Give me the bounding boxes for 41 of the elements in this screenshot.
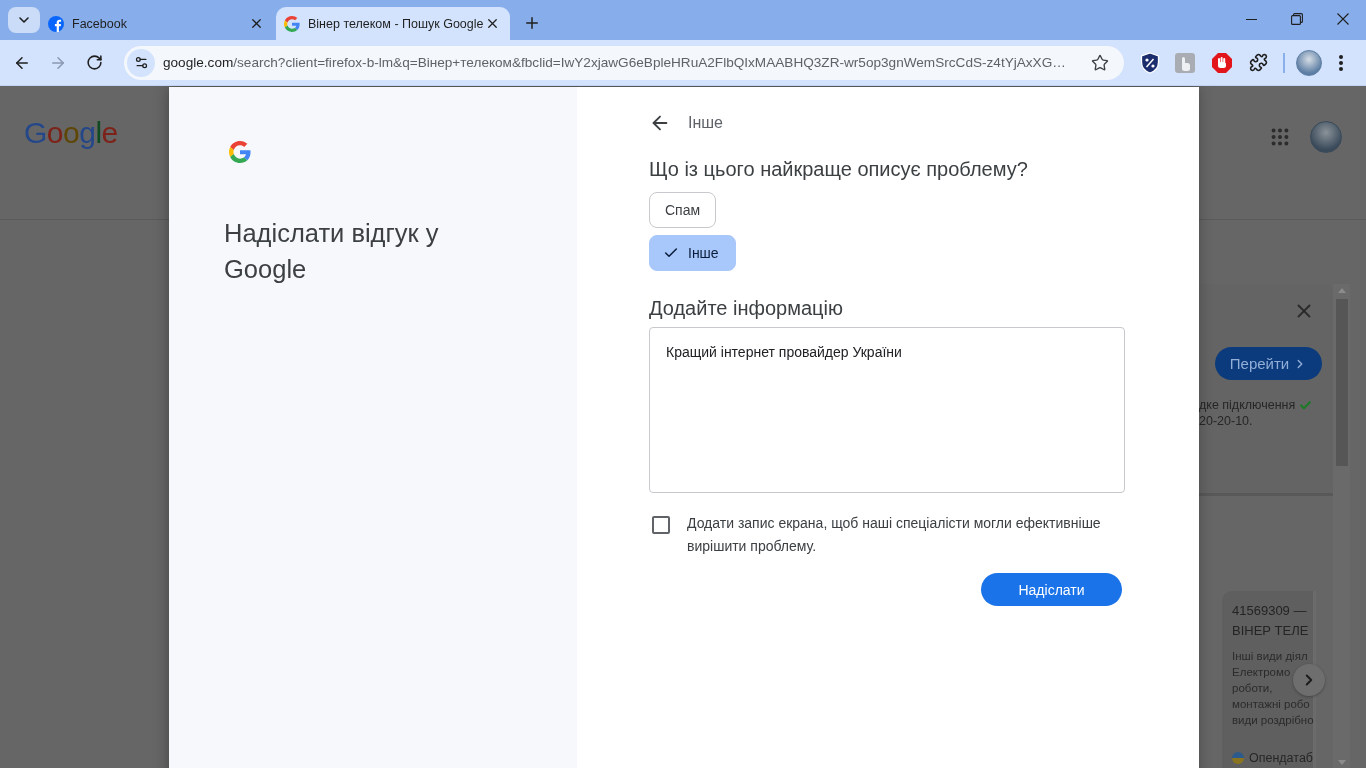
next-button[interactable] bbox=[1293, 664, 1325, 696]
dialog-title: Надіслати відгук у Google bbox=[224, 218, 440, 285]
profile-avatar[interactable] bbox=[1310, 121, 1342, 153]
star-icon bbox=[1091, 53, 1109, 72]
promo-text: 20-20-10. bbox=[1199, 414, 1253, 428]
restore-icon bbox=[1291, 13, 1303, 25]
screenshot-checkbox[interactable] bbox=[652, 516, 670, 534]
card-title: 41569309 — ВІНЕР ТЕЛЕ bbox=[1232, 602, 1310, 640]
scrollbar[interactable] bbox=[1333, 284, 1350, 768]
browser-tab[interactable]: Facebook bbox=[40, 7, 274, 40]
promo-text: дке підключення bbox=[1199, 398, 1296, 412]
checkbox-label: Додати запис екрана, щоб наші спеціалісти могли ефективніше вирішити проблему. bbox=[687, 514, 1102, 556]
apps-grid-icon bbox=[1269, 126, 1291, 148]
shield-percent-icon bbox=[1140, 51, 1160, 74]
puzzle-icon bbox=[1248, 53, 1268, 72]
google-icon bbox=[229, 141, 251, 163]
sliders-icon bbox=[133, 55, 149, 70]
source-name: Опендатаб bbox=[1249, 751, 1313, 765]
option-chip[interactable]: Інше bbox=[649, 235, 736, 271]
option-chip[interactable]: Спам bbox=[649, 192, 717, 228]
close-icon bbox=[1337, 13, 1349, 25]
details-field[interactable]: Кращий інтернет провайдер України bbox=[649, 327, 1125, 493]
question-heading: Що із цього найкраще описує проблему? bbox=[649, 157, 1028, 182]
plus-icon bbox=[523, 14, 541, 32]
facebook-icon bbox=[48, 15, 64, 32]
address-bar[interactable]: google.com/search?client=firefox-b-lm&q=Вінер+телеком&fbclid=IwY2xjawG6eBpleHRuA2FlbQIxMAABHQ3ZR-wr5op3gnWemSrcCdS-z4tYjAxXG… bbox=[124, 45, 1124, 80]
stop-hand-icon bbox=[1212, 52, 1232, 73]
menu-icon bbox=[1339, 54, 1343, 71]
go-button[interactable]: Перейти bbox=[1215, 347, 1322, 380]
breadcrumb-label: Інше bbox=[688, 114, 723, 132]
pointer-hand-icon bbox=[1175, 52, 1195, 73]
profile-avatar bbox=[1296, 49, 1322, 76]
round-emblem-icon bbox=[1232, 751, 1244, 765]
site-info-button[interactable] bbox=[127, 48, 155, 77]
send-button[interactable]: Надіслати bbox=[981, 573, 1122, 606]
details-heading: Додайте інформацію bbox=[649, 296, 843, 321]
browser-tab[interactable]: Вінер телеком - Пошук Google bbox=[276, 7, 510, 40]
reload-icon bbox=[85, 54, 103, 71]
minimize-icon bbox=[1245, 18, 1257, 20]
google-icon bbox=[284, 15, 300, 32]
tab-search-button[interactable] bbox=[8, 7, 40, 33]
